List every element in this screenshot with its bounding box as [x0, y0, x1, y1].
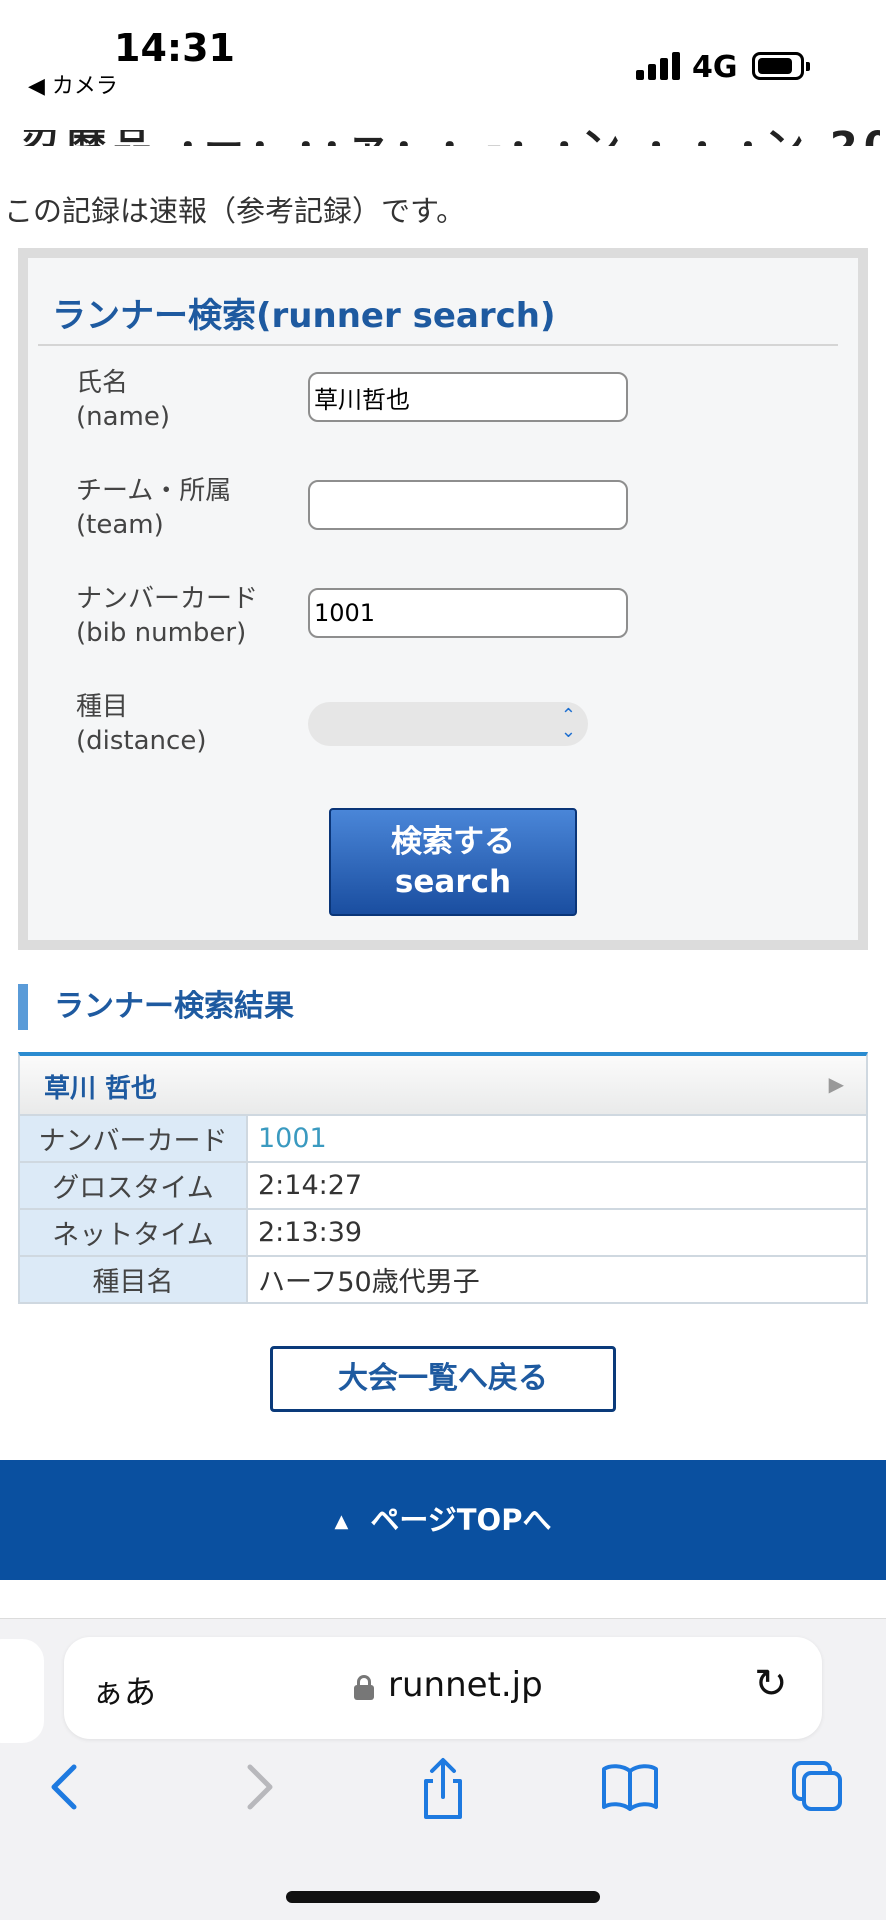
- team-field-label: チーム・所属 (team): [76, 474, 231, 542]
- name-field-label: 氏名 (name): [76, 366, 170, 434]
- chevron-updown-icon: ⌃ ⌄: [560, 705, 576, 742]
- table-key-cell: ナンバーカード: [18, 1114, 248, 1163]
- search-button-label-ja: 検索する: [391, 824, 515, 860]
- battery-icon: [752, 52, 810, 80]
- distance-label-ja: 種目: [76, 692, 129, 722]
- gross-time-value: 2:14:27: [246, 1161, 868, 1210]
- reader-options-button[interactable]: ぁあ: [92, 1667, 156, 1713]
- bib-number-input[interactable]: [308, 588, 628, 638]
- result-table: ナンバーカード 1001 グロスタイム 2:14:27 ネットタイム 2:13:…: [18, 1114, 868, 1304]
- up-triangle-icon: ▲: [334, 1511, 349, 1532]
- page-top-label: ページTOPへ: [370, 1503, 552, 1537]
- runner-search-panel: ランナー検索(runner search) 氏名 (name) チーム・所属 (…: [18, 248, 868, 950]
- status-bar: 14:31 ◀ カメラ 4G: [0, 0, 886, 130]
- net-time-value: 2:13:39: [246, 1208, 868, 1257]
- play-arrow-icon: ▶: [828, 1072, 844, 1096]
- preliminary-notice: この記録は速報（参考記録）です。: [4, 194, 466, 228]
- result-card: 草川 哲也 ▶ ナンバーカード 1001 グロスタイム 2:14:27 ネットタ…: [18, 1052, 868, 1304]
- lock-icon: [354, 1675, 374, 1700]
- address-bar[interactable]: ぁあ runnet.jp ↻: [64, 1637, 822, 1739]
- results-heading: ランナー検索結果: [18, 984, 294, 1030]
- back-icon[interactable]: [46, 1757, 86, 1817]
- table-key-cell: 種目名: [18, 1255, 248, 1304]
- distance-label-en: (distance): [76, 726, 207, 756]
- search-button[interactable]: 検索する search: [329, 808, 577, 916]
- distance-field-label: 種目 (distance): [76, 690, 206, 758]
- share-icon[interactable]: [418, 1757, 468, 1819]
- team-label-ja: チーム・所属: [76, 476, 232, 506]
- signal-icon: [636, 52, 680, 80]
- divider: [38, 344, 838, 346]
- runner-name[interactable]: 草川 哲也: [44, 1068, 157, 1105]
- back-to-list-button[interactable]: 大会一覧へ戻る: [270, 1346, 616, 1412]
- bib-label-ja: ナンバーカード: [76, 584, 259, 614]
- team-input[interactable]: [308, 480, 628, 530]
- bookmarks-icon[interactable]: [600, 1757, 660, 1817]
- reload-icon[interactable]: ↻: [754, 1661, 788, 1707]
- name-label-ja: 氏名: [76, 368, 129, 398]
- search-button-label-en: search: [394, 864, 512, 900]
- table-row: ネットタイム 2:13:39: [18, 1208, 868, 1257]
- home-indicator[interactable]: [286, 1891, 600, 1903]
- name-label-en: (name): [76, 402, 171, 432]
- table-row: 種目名 ハーフ50歳代男子: [18, 1255, 868, 1304]
- table-row: グロスタイム 2:14:27: [18, 1161, 868, 1210]
- table-key-cell: ネットタイム: [18, 1208, 248, 1257]
- page-top-button[interactable]: ▲ ページTOPへ: [0, 1460, 886, 1580]
- name-input[interactable]: [308, 372, 628, 422]
- runner-header[interactable]: 草川 哲也 ▶: [18, 1052, 868, 1114]
- status-time: 14:31: [114, 26, 235, 70]
- bib-field-label: ナンバーカード (bib number): [76, 582, 258, 650]
- category-value: ハーフ50歳代男子: [246, 1255, 868, 1304]
- back-to-app-link[interactable]: ◀ カメラ: [28, 68, 118, 100]
- search-panel-title: ランナー検索(runner search): [52, 296, 556, 336]
- previous-tab-preview[interactable]: [0, 1639, 44, 1743]
- bib-number-link[interactable]: 1001: [246, 1114, 868, 1163]
- table-row: ナンバーカード 1001: [18, 1114, 868, 1163]
- network-type: 4G: [692, 50, 738, 85]
- table-key-cell: グロスタイム: [18, 1161, 248, 1210]
- bib-label-en: (bib number): [76, 618, 247, 648]
- url-text[interactable]: runnet.jp: [388, 1665, 543, 1705]
- forward-icon[interactable]: [238, 1757, 278, 1817]
- tabs-icon[interactable]: [790, 1757, 846, 1817]
- team-label-en: (team): [76, 510, 164, 540]
- browser-toolbar: ぁあ runnet.jp ↻: [0, 1618, 886, 1920]
- distance-select[interactable]: ⌃ ⌄: [308, 702, 588, 746]
